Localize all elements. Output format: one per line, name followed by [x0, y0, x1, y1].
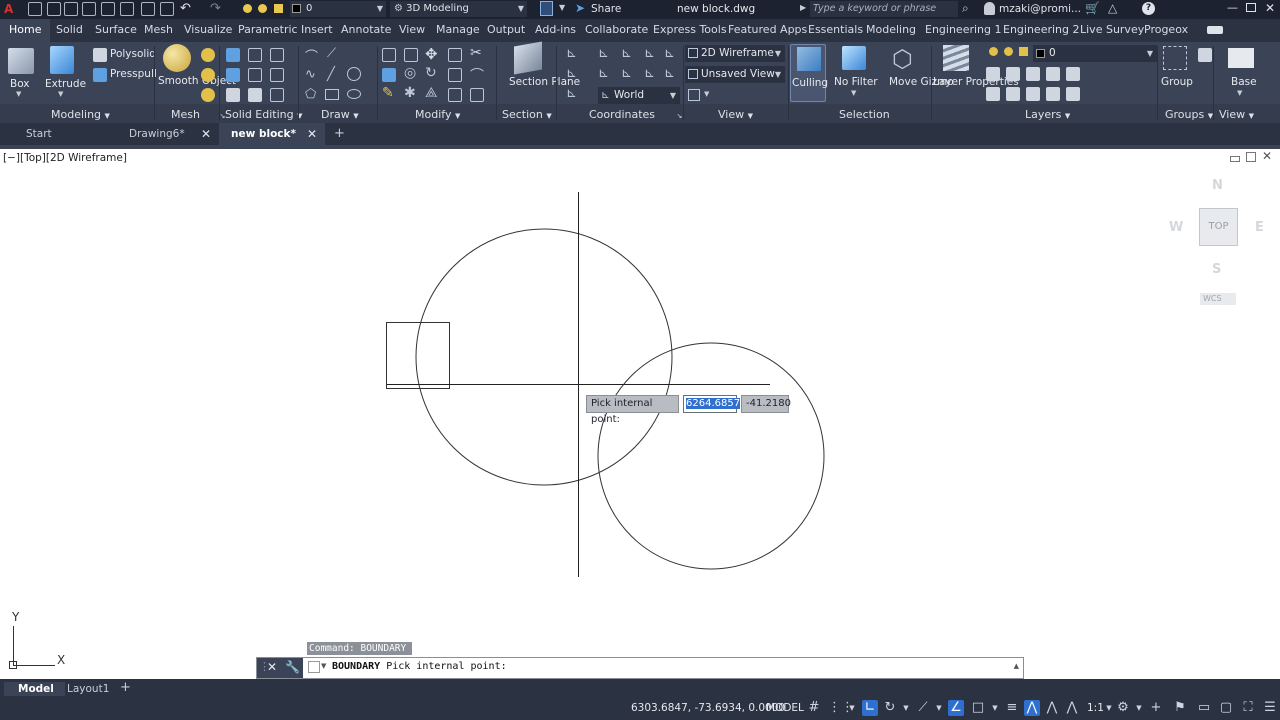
circle-entity[interactable] [415, 228, 673, 486]
wcs-menu[interactable]: WCS [1200, 293, 1236, 305]
dynamic-input-prompt: Pick internal point: [586, 395, 679, 425]
add-icon[interactable]: + [1148, 700, 1164, 716]
gear-icon[interactable]: ⚙ [1115, 700, 1131, 716]
viewcube-top-face[interactable]: TOP [1199, 208, 1238, 246]
snap-icon[interactable]: ⋮⋮ [828, 700, 854, 716]
circle-entity[interactable] [597, 342, 825, 570]
lineweight-icon[interactable]: ≡ [1004, 700, 1020, 716]
layout-tab-model[interactable]: Model [4, 682, 65, 696]
dynamic-input-x-value: 6264.6857 [686, 398, 741, 409]
isolate-objects-icon[interactable]: ⚑ [1172, 700, 1188, 716]
model-space-button[interactable]: MODEL [766, 702, 804, 714]
isodraft-icon[interactable]: ⟋ [915, 700, 931, 716]
chevron-down-icon[interactable]: ▼ [987, 700, 1003, 716]
ucs-x-label: X [57, 653, 66, 667]
chevron-down-icon[interactable]: ▼ [898, 700, 914, 716]
annotation-visibility-icon[interactable]: ⋀ [1044, 700, 1060, 716]
viewcube-south[interactable]: S [1212, 262, 1221, 277]
command-input[interactable]: BOUNDARY Pick internal point: [332, 661, 507, 672]
coordinates-display[interactable]: 6303.6847, -73.6934, 0.0000 [631, 702, 785, 714]
fullscreen-icon[interactable]: ⛶ [1240, 700, 1256, 716]
dynamic-input-x[interactable]: 6264.6857 [683, 395, 741, 413]
viewcube-west[interactable]: W [1169, 220, 1183, 235]
clean-screen-icon[interactable]: ▢ [1218, 700, 1234, 716]
drawing-geometry[interactable] [0, 0, 1280, 720]
chevron-down-icon[interactable]: ▼ [1131, 700, 1147, 716]
polar-icon[interactable]: ↻ [882, 700, 898, 716]
command-name: BOUNDARY [332, 661, 381, 672]
dynamic-input-y[interactable]: -41.2180 [741, 395, 791, 413]
object-snap-icon[interactable]: □ [970, 700, 986, 716]
object-snap-tracking-icon[interactable]: ∠ [948, 700, 964, 716]
chevron-down-icon[interactable]: ▼ [321, 662, 326, 670]
layout-tab-layout1[interactable]: Layout1 [67, 682, 109, 696]
ortho-icon[interactable]: ∟ [862, 700, 878, 716]
hardware-acceleration-icon[interactable]: ▭ [1196, 700, 1212, 716]
grid-icon[interactable]: # [806, 700, 822, 716]
wrench-icon[interactable]: 🔧 [285, 660, 300, 674]
chevron-down-icon[interactable]: ▼ [931, 700, 947, 716]
command-prompt-icon[interactable] [308, 661, 320, 673]
viewcube-north[interactable]: N [1212, 178, 1223, 193]
chevron-down-icon[interactable]: ▼ [844, 700, 860, 716]
customize-menu-icon[interactable]: ☰ [1262, 700, 1278, 716]
auto-scale-icon[interactable]: ⋀ [1064, 700, 1080, 716]
command-history: Command: BOUNDARY [307, 642, 412, 655]
ucs-y-label: Y [12, 610, 20, 624]
viewcube-east[interactable]: E [1255, 220, 1264, 235]
new-layout-icon[interactable]: + [120, 680, 131, 695]
close-icon[interactable]: ✕ [267, 660, 277, 674]
chevron-up-icon[interactable]: ▲ [1014, 662, 1019, 670]
annotation-scale-icon[interactable]: ⋀ [1024, 700, 1040, 716]
command-line[interactable]: ⋮ ✕ 🔧 ▼ BOUNDARY Pick internal point: ▲ [256, 657, 1024, 679]
command-prompt: Pick internal point: [386, 661, 507, 672]
command-line-controls: ⋮ ✕ 🔧 [257, 658, 303, 678]
